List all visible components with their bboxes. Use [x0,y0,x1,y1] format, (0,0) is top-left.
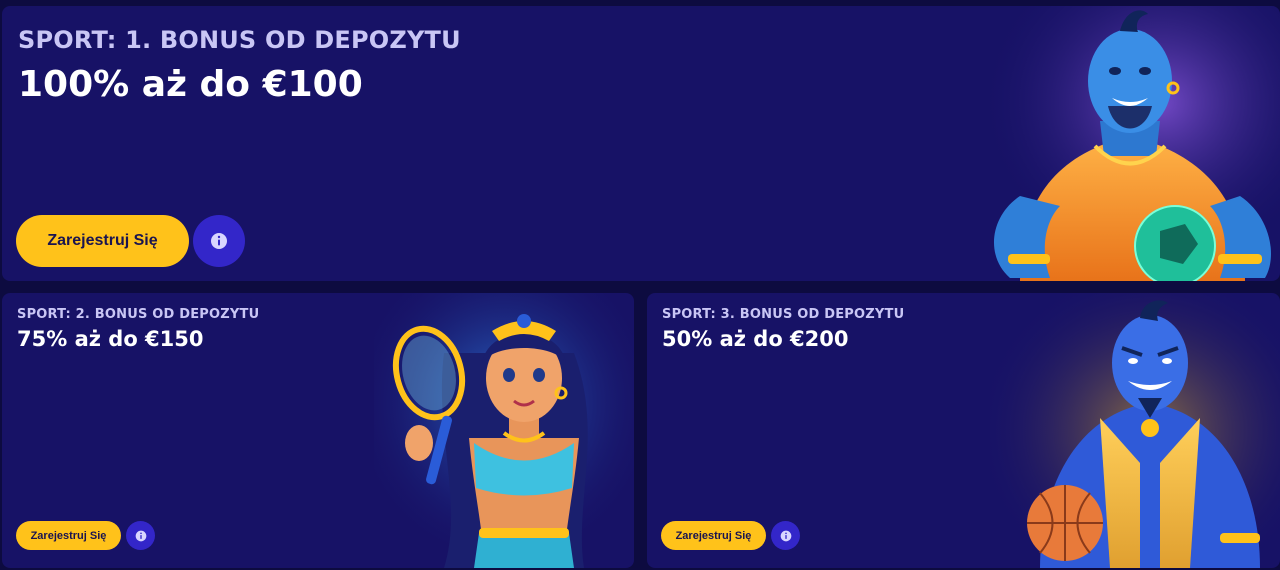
genie-soccer-illustration [980,6,1280,281]
info-button[interactable] [126,521,155,550]
info-icon [780,530,791,541]
info-button[interactable] [193,215,245,267]
promo-card-1: SPORT: 1. BONUS OD DEPOZYTU 100% aż do €… [2,6,1280,281]
register-button[interactable]: Zarejestruj Się [661,521,766,550]
promo-card-3: SPORT: 3. BONUS OD DEPOZYTU 50% aż do €2… [647,293,1280,568]
info-icon [211,233,227,249]
promo-subtitle: SPORT: 3. BONUS OD DEPOZYTU [662,307,905,322]
promo-card-2: SPORT: 2. BONUS OD DEPOZYTU 75% aż do €1… [2,293,634,568]
register-button[interactable]: Zarejestruj Się [16,521,121,550]
promotions-page: SPORT: 1. BONUS OD DEPOZYTU 100% aż do €… [0,0,1280,570]
promo-title: 75% aż do €150 [17,327,204,351]
princess-tennis-illustration [374,293,634,568]
genie-basketball-illustration [990,293,1280,568]
info-button[interactable] [771,521,800,550]
info-icon [135,530,146,541]
promo-title: 50% aż do €200 [662,327,849,351]
promo-title: 100% aż do €100 [18,64,363,105]
register-button[interactable]: Zarejestruj Się [16,215,189,267]
promo-subtitle: SPORT: 2. BONUS OD DEPOZYTU [17,307,260,322]
promo-subtitle: SPORT: 1. BONUS OD DEPOZYTU [18,26,461,54]
